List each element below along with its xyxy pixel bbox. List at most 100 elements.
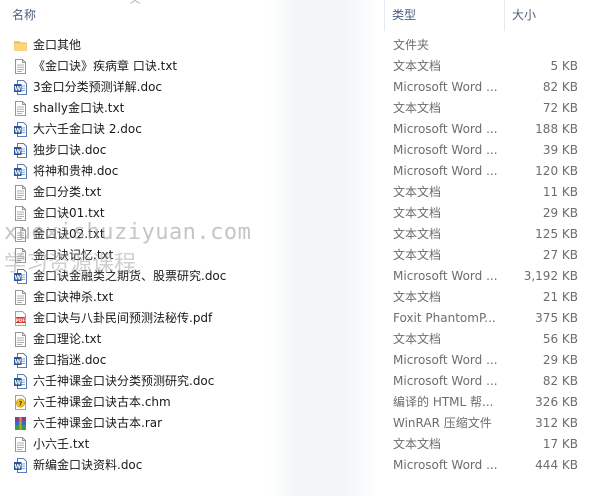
file-row[interactable]: W 独步口诀.doc Microsoft Word ... 39 KB	[0, 140, 592, 161]
file-row[interactable]: 六壬神课金口诀古本.rar WinRAR 压缩文件 312 KB	[0, 413, 592, 434]
file-type: 文本文档	[393, 290, 442, 304]
file-name[interactable]: 金口分类.txt	[33, 182, 378, 203]
file-row[interactable]: 金口理论.txt 文本文档 56 KB	[0, 329, 592, 350]
file-size: 3,192 KB	[523, 269, 578, 283]
file-row[interactable]: 金口其他 文件夹	[0, 35, 592, 56]
file-type: Microsoft Word ...	[393, 374, 498, 388]
file-type: Foxit PhantomP...	[393, 311, 496, 325]
column-divider[interactable]	[504, 0, 505, 31]
file-type: Microsoft Word ...	[393, 269, 498, 283]
file-type: 文本文档	[393, 101, 442, 115]
file-name[interactable]: 金口诀记忆.txt	[33, 245, 378, 266]
svg-text:W: W	[14, 359, 21, 366]
file-type: 文本文档	[393, 437, 442, 451]
file-name[interactable]: 新编金口诀资料.doc	[33, 455, 378, 476]
file-name[interactable]: 金口其他	[33, 35, 378, 56]
file-type: Microsoft Word ...	[393, 353, 498, 367]
file-size: 27 KB	[542, 248, 578, 262]
file-name[interactable]: 独步口诀.doc	[33, 140, 378, 161]
file-type: WinRAR 压缩文件	[393, 416, 492, 430]
word-doc-icon: W	[14, 374, 27, 389]
file-name[interactable]: 金口诀01.txt	[33, 203, 378, 224]
file-size: 444 KB	[535, 458, 578, 472]
text-file-icon	[14, 437, 27, 452]
file-row[interactable]: 金口诀神杀.txt 文本文档 21 KB	[0, 287, 592, 308]
file-row[interactable]: W 大六壬金口诀 2.doc Microsoft Word ... 188 KB	[0, 119, 592, 140]
svg-text:W: W	[14, 464, 21, 471]
file-type: 文本文档	[393, 206, 442, 220]
word-doc-icon: W	[14, 269, 27, 284]
file-name[interactable]: 六壬神课金口诀分类预测研究.doc	[33, 371, 378, 392]
file-row[interactable]: 小六壬.txt 文本文档 17 KB	[0, 434, 592, 455]
word-doc-icon: W	[14, 122, 27, 137]
file-size: 56 KB	[542, 332, 578, 346]
file-row[interactable]: 金口诀记忆.txt 文本文档 27 KB	[0, 245, 592, 266]
file-row[interactable]: W 将神和贵神.doc Microsoft Word ... 120 KB	[0, 161, 592, 182]
svg-text:W: W	[14, 149, 21, 156]
file-name[interactable]: 金口诀神杀.txt	[33, 287, 378, 308]
text-file-icon	[14, 248, 27, 263]
text-file-icon	[14, 185, 27, 200]
file-row[interactable]: 金口分类.txt 文本文档 11 KB	[0, 182, 592, 203]
file-size: 39 KB	[542, 143, 578, 157]
file-size: 188 KB	[535, 122, 578, 136]
file-row[interactable]: W 新编金口诀资料.doc Microsoft Word ... 444 KB	[0, 455, 592, 476]
file-name[interactable]: 六壬神课金口诀古本.rar	[33, 413, 378, 434]
file-row[interactable]: shally金口诀.txt 文本文档 72 KB	[0, 98, 592, 119]
svg-text:?: ?	[19, 399, 23, 407]
file-name[interactable]: 《金口诀》疾病章 口诀.txt	[33, 56, 378, 77]
svg-text:W: W	[14, 128, 21, 135]
file-row[interactable]: 金口诀02.txt 文本文档 125 KB	[0, 224, 592, 245]
file-type: 文本文档	[393, 227, 442, 241]
file-row[interactable]: 《金口诀》疾病章 口诀.txt 文本文档 5 KB	[0, 56, 592, 77]
file-type: Microsoft Word ...	[393, 122, 498, 136]
file-type: 文本文档	[393, 59, 442, 73]
column-header-type[interactable]: 类型	[392, 0, 504, 31]
pdf-file-icon: PDF	[14, 311, 27, 326]
file-row[interactable]: 金口诀01.txt 文本文档 29 KB	[0, 203, 592, 224]
file-name[interactable]: 金口诀02.txt	[33, 224, 378, 245]
svg-text:W: W	[14, 86, 21, 93]
file-size: 82 KB	[542, 80, 578, 94]
file-row[interactable]: W 3金口分类预测详解.doc Microsoft Word ... 82 KB	[0, 77, 592, 98]
word-doc-icon: W	[14, 353, 27, 368]
text-file-icon	[14, 227, 27, 242]
file-row[interactable]: W 六壬神课金口诀分类预测研究.doc Microsoft Word ... 82 K…	[0, 371, 592, 392]
file-row[interactable]: W 金口指迷.doc Microsoft Word ... 29 KB	[0, 350, 592, 371]
file-row[interactable]: ? 六壬神课金口诀古本.chm 编译的 HTML 帮... 326 KB	[0, 392, 592, 413]
file-name[interactable]: 小六壬.txt	[33, 434, 378, 455]
word-doc-icon: W	[14, 143, 27, 158]
file-type: 文本文档	[393, 332, 442, 346]
file-name[interactable]: 金口诀金融类之期货、股票研究.doc	[33, 266, 378, 287]
file-name[interactable]: 大六壬金口诀 2.doc	[33, 119, 378, 140]
file-name[interactable]: 3金口分类预测详解.doc	[33, 77, 378, 98]
text-file-icon	[14, 290, 27, 305]
file-name[interactable]: shally金口诀.txt	[33, 98, 378, 119]
svg-text:W: W	[14, 170, 21, 177]
column-divider[interactable]	[384, 0, 385, 31]
file-name[interactable]: 金口理论.txt	[33, 329, 378, 350]
file-name[interactable]: 六壬神课金口诀古本.chm	[33, 392, 378, 413]
file-name[interactable]: 金口诀与八卦民间预测法秘传.pdf	[33, 308, 378, 329]
file-size: 375 KB	[535, 311, 578, 325]
file-row[interactable]: PDF 金口诀与八卦民间预测法秘传.pdf Foxit PhantomP... 375…	[0, 308, 592, 329]
file-type: 文本文档	[393, 248, 442, 262]
file-name[interactable]: 金口指迷.doc	[33, 350, 378, 371]
file-row[interactable]: W 金口诀金融类之期货、股票研究.doc Microsoft Word ... 3,1…	[0, 266, 592, 287]
file-name[interactable]: 将神和贵神.doc	[33, 161, 378, 182]
file-size: 120 KB	[535, 164, 578, 178]
file-size: 5 KB	[550, 59, 578, 73]
file-size: 326 KB	[535, 395, 578, 409]
word-doc-icon: W	[14, 164, 27, 179]
svg-text:PDF: PDF	[16, 318, 26, 323]
file-type: Microsoft Word ...	[393, 143, 498, 157]
text-file-icon	[14, 332, 27, 347]
rar-archive-icon	[14, 416, 27, 431]
svg-text:W: W	[14, 275, 21, 282]
file-list: 金口其他 文件夹《金口诀》疾病章 口诀.txt 文本文档 5 KB W 3金口分类预测详解…	[0, 35, 592, 476]
file-type: Microsoft Word ...	[393, 458, 498, 472]
file-type: Microsoft Word ...	[393, 80, 498, 94]
file-type: 文件夹	[393, 38, 430, 52]
column-header-size[interactable]: 大小	[512, 0, 582, 31]
file-size: 17 KB	[542, 437, 578, 451]
